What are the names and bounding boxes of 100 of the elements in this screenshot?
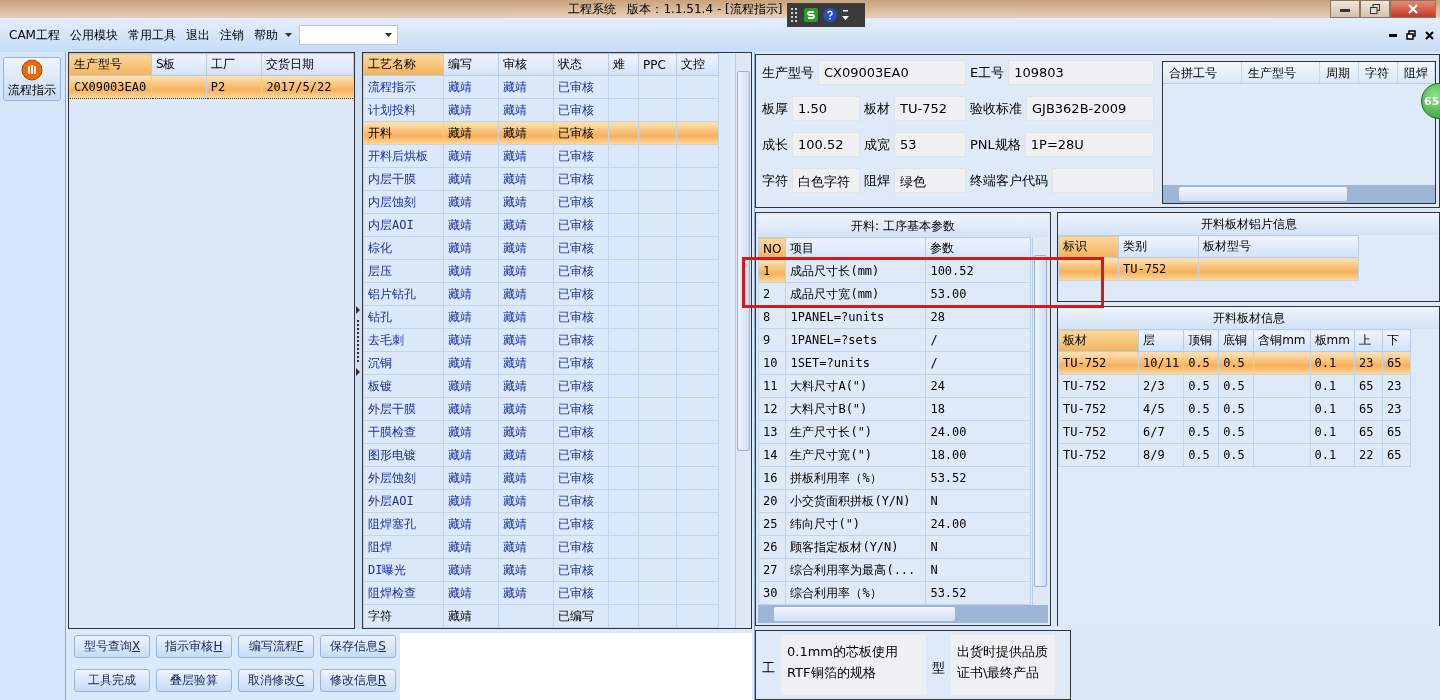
field-label: E工号 <box>970 63 1005 82</box>
restore-button[interactable] <box>1360 0 1390 18</box>
grip-icon[interactable] <box>356 305 361 376</box>
action-button[interactable]: 型号查询X <box>74 635 150 658</box>
column-header[interactable]: 文控 <box>676 53 719 76</box>
caret-icon[interactable] <box>284 33 292 37</box>
menu-item[interactable]: 帮助 <box>248 26 283 44</box>
column-header[interactable]: 含铜mm <box>1253 329 1310 352</box>
menu-item[interactable]: 退出 <box>180 26 215 44</box>
action-button[interactable]: 叠层验算 <box>156 669 232 692</box>
action-button[interactable]: 保存信息S <box>320 635 396 658</box>
vertical-scrollbar[interactable] <box>1032 237 1048 605</box>
text-field[interactable]: 白色字符 <box>792 168 860 193</box>
column-header[interactable]: 板材型号 <box>1198 235 1359 258</box>
column-header[interactable]: S板 <box>151 53 207 76</box>
table-cell: 藏靖 <box>498 443 554 467</box>
table-cell: 已审核 <box>553 351 609 375</box>
column-header[interactable]: 板材 <box>1058 329 1139 352</box>
close-button[interactable] <box>1390 0 1436 18</box>
minimize-icon[interactable] <box>1389 33 1397 37</box>
table-cell: 开料 <box>363 121 444 145</box>
column-header[interactable]: 类别 <box>1118 235 1199 258</box>
text-field[interactable]: 1P=28U <box>1024 132 1154 157</box>
help-icon[interactable] <box>823 8 837 22</box>
column-header[interactable]: 板mm <box>1310 329 1355 352</box>
table-cell: 外层干膜 <box>363 397 444 421</box>
grip-icon[interactable] <box>791 8 799 22</box>
table-cell: N <box>925 489 1031 513</box>
text-field[interactable]: CX09003EA0 <box>818 60 966 85</box>
text-field[interactable]: 109803 <box>1008 60 1154 85</box>
dropdown-icon[interactable] <box>842 9 849 21</box>
action-button[interactable]: 工具完成 <box>74 669 150 692</box>
column-header[interactable]: 交货日期 <box>261 53 354 76</box>
text-field[interactable]: 53 <box>894 132 966 157</box>
table-cell: 已审核 <box>553 489 609 513</box>
column-header[interactable]: 合拼工号 <box>1163 62 1242 83</box>
text-area[interactable]: 出货时提供品质证书\最终产品 <box>951 635 1055 695</box>
horizontal-scrollbar[interactable] <box>1163 185 1435 203</box>
restore-icon[interactable] <box>1406 30 1416 40</box>
table-cell: 22 <box>1354 443 1383 467</box>
table-cell: 已审核 <box>553 466 609 490</box>
column-header[interactable]: 生产型号 <box>1241 62 1320 83</box>
table-cell: 23 <box>1382 397 1411 421</box>
text-field[interactable]: TU-752 <box>894 96 966 121</box>
column-header[interactable]: 下 <box>1382 329 1411 352</box>
nav-button[interactable]: 流程指示 <box>3 57 61 101</box>
column-header[interactable]: 周期 <box>1319 62 1360 83</box>
column-header[interactable]: 审核 <box>498 53 554 76</box>
text-area[interactable]: 0.1mm的芯板使用RTF铜箔的规格 <box>781 635 926 695</box>
table-cell: 内层蚀刻 <box>363 190 444 214</box>
column-header[interactable]: PPC <box>638 53 677 76</box>
table-cell: 藏靖 <box>443 282 499 306</box>
column-header[interactable]: 难 <box>608 53 639 76</box>
table-cell: 1PANEL=?sets <box>785 328 926 352</box>
close-icon[interactable] <box>1425 30 1434 40</box>
action-button[interactable]: 指示审核H <box>156 635 232 658</box>
column-header[interactable]: 上 <box>1354 329 1383 352</box>
menu-item[interactable]: 注销 <box>214 26 249 44</box>
column-header[interactable]: 标识 <box>1058 235 1119 258</box>
table-cell: 20 <box>758 489 786 513</box>
table-cell: 生产尺寸宽(") <box>785 443 926 467</box>
column-header[interactable]: 项目 <box>785 237 926 260</box>
table-cell: 生产尺寸长(") <box>785 420 926 444</box>
table-cell: 0.1 <box>1310 420 1355 444</box>
text-field[interactable]: 100.52 <box>792 132 860 157</box>
column-header[interactable]: NO <box>758 237 786 260</box>
action-button[interactable]: 修改信息R <box>320 669 396 692</box>
table-cell: 25 <box>758 512 786 536</box>
text-field[interactable]: 绿色 <box>894 168 966 193</box>
dropdown-field[interactable] <box>298 25 398 45</box>
menu-item[interactable]: 公用模块 <box>64 26 123 44</box>
column-header[interactable]: 底铜 <box>1218 329 1254 352</box>
text-field[interactable]: GJB362B-2009 <box>1026 96 1154 121</box>
column-header[interactable]: 阻焊 <box>1398 62 1435 83</box>
table-cell: 藏靖 <box>443 512 499 536</box>
column-header[interactable]: 工厂 <box>206 53 262 76</box>
s-logo-icon[interactable] <box>804 8 818 22</box>
table-cell: CX09003EA0 <box>69 75 152 99</box>
vertical-scrollbar[interactable] <box>735 53 751 628</box>
table-cell: 已审核 <box>553 213 609 237</box>
table-cell: 大料尺寸B(") <box>785 397 926 421</box>
column-header[interactable]: 生产型号 <box>69 53 152 76</box>
column-header[interactable]: 层 <box>1138 329 1184 352</box>
menu-item[interactable]: 常用工具 <box>122 26 181 44</box>
window-title: 工程系统 版本：1.1.51.4 - [流程指示] <box>568 1 783 18</box>
action-button[interactable]: 编写流程F <box>238 635 314 658</box>
table-cell: 藏靖 <box>498 581 554 605</box>
column-header[interactable]: 字符 <box>1359 62 1398 83</box>
horizontal-scrollbar[interactable] <box>758 605 1048 623</box>
field-label: 工 <box>762 659 775 677</box>
table-cell: 已审核 <box>553 75 609 99</box>
column-header[interactable]: 编写 <box>443 53 499 76</box>
text-field[interactable]: 1.50 <box>792 96 860 121</box>
action-button[interactable]: 取消修改C <box>238 669 314 692</box>
column-header[interactable]: 工艺名称 <box>363 53 444 76</box>
menu-item[interactable]: CAM工程 <box>4 26 65 44</box>
column-header[interactable]: 状态 <box>553 53 609 76</box>
table-cell: N <box>925 558 1031 582</box>
column-header[interactable]: 顶铜 <box>1183 329 1219 352</box>
minimize-button[interactable] <box>1330 0 1360 18</box>
